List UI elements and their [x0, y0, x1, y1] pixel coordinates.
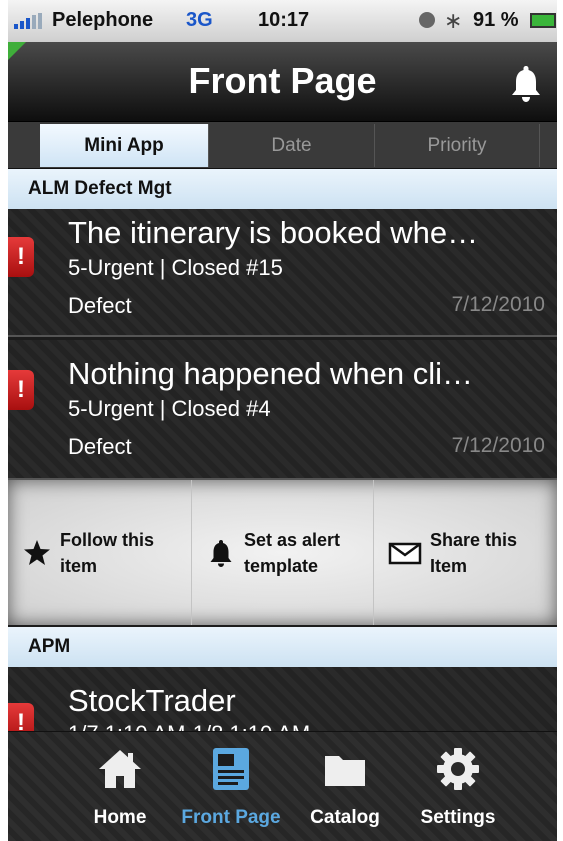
follow-item-label: Follow this item — [60, 529, 154, 576]
bluetooth-icon: ∗ — [444, 8, 463, 33]
sort-segmented-control: Mini App Date Priority — [8, 122, 557, 169]
item-title: Nothing happened when cli… — [68, 356, 473, 391]
item-title: The itinerary is booked whe… — [68, 215, 479, 250]
status-bar: Pelephone 3G 10:17 ∗ 91 % — [8, 0, 557, 42]
tab-bar: Home Front Page Catalog Settings — [8, 731, 557, 841]
tab-catalog[interactable]: Catalog — [304, 746, 386, 829]
front-page-icon — [213, 748, 249, 790]
item-title: StockTrader — [68, 683, 236, 718]
network-type: 3G — [186, 9, 213, 31]
item-type: Defect — [68, 293, 132, 318]
share-item-button[interactable]: Share this Item — [374, 480, 557, 625]
status-time: 10:17 — [258, 9, 310, 31]
item-action-panel: Follow this item Set as alert template S… — [8, 480, 557, 625]
urgent-flag-icon: ! — [8, 237, 34, 277]
phone-screen: Pelephone 3G 10:17 ∗ 91 % Front Page Min… — [8, 0, 557, 841]
segment-date[interactable]: Date — [208, 124, 374, 167]
segment-priority[interactable]: Priority — [374, 124, 540, 167]
bell-icon — [210, 539, 232, 567]
set-alert-label: Set as alert template — [244, 529, 341, 576]
item-type: Defect — [68, 434, 132, 459]
list-item[interactable]: ! Nothing happened when cli… 5-Urgent | … — [8, 340, 557, 480]
set-alert-template-button[interactable]: Set as alert template — [192, 480, 374, 625]
battery-icon — [530, 13, 556, 28]
nav-bar: Front Page — [8, 42, 557, 122]
envelope-icon — [388, 542, 422, 564]
segment-mini-app[interactable]: Mini App — [40, 124, 208, 167]
carrier-name: Pelephone — [52, 9, 154, 31]
share-item-label: Share this Item — [430, 529, 518, 576]
item-date: 7/12/2010 — [451, 293, 545, 316]
clock-icon — [419, 12, 435, 28]
item-meta: 5-Urgent | Closed #15 — [68, 255, 283, 280]
home-icon — [99, 750, 141, 788]
folder-icon — [325, 756, 365, 786]
tab-front-page-label: Front Page — [181, 807, 281, 828]
battery-percent: 91 % — [473, 9, 519, 31]
tab-settings-label: Settings — [420, 807, 496, 828]
item-date: 7/12/2010 — [451, 434, 545, 457]
tab-catalog-label: Catalog — [310, 807, 380, 828]
star-icon — [24, 539, 50, 565]
corner-indicator — [8, 42, 26, 60]
follow-item-button[interactable]: Follow this item — [8, 480, 192, 625]
urgent-flag-icon: ! — [8, 370, 34, 410]
section-header: ALM Defect Mgt — [8, 169, 557, 209]
tab-home-label: Home — [93, 807, 147, 828]
section-header: APM — [8, 627, 557, 667]
gear-icon — [437, 748, 479, 790]
bell-icon[interactable] — [508, 64, 544, 104]
list-item[interactable]: ! The itinerary is booked whe… 5-Urgent … — [8, 209, 557, 337]
tab-settings[interactable]: Settings — [412, 746, 504, 829]
tab-front-page[interactable]: Front Page — [176, 746, 286, 829]
tab-home[interactable]: Home — [84, 746, 156, 829]
signal-icon — [14, 13, 42, 29]
page-title: Front Page — [188, 60, 377, 101]
item-meta: 5-Urgent | Closed #4 — [68, 396, 271, 421]
